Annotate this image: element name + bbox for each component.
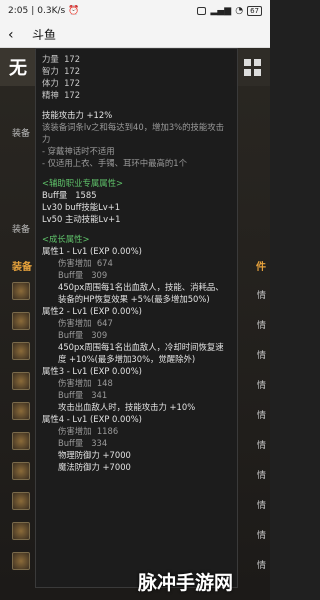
buff-row: Buff量 341 — [58, 390, 108, 400]
detail-link[interactable]: 情 — [257, 438, 266, 451]
lv50-text: Lv50 主动技能Lv+1 — [42, 214, 121, 224]
stat-row: 智力 172 — [42, 66, 81, 76]
attr-effect: 攻击出血敌人时，技能攻击力 +10% — [58, 402, 196, 412]
buff-row: Buff量 309 — [58, 330, 108, 340]
equipment-slot[interactable] — [12, 432, 30, 450]
equip-label: 装备 — [12, 129, 31, 139]
detail-link[interactable]: 情 — [257, 468, 266, 481]
dmg-row: 伤害增加 647 — [58, 318, 113, 328]
buff-row: Buff量 334 — [58, 438, 108, 448]
piece-header: 件 — [256, 262, 266, 273]
detail-link[interactable]: 情 — [257, 318, 266, 331]
equipment-slot[interactable] — [12, 312, 30, 330]
back-arrow-icon[interactable]: ‹ — [8, 27, 26, 43]
equipment-slot[interactable] — [12, 282, 30, 300]
attr-title: 属性4 - Lv1 (EXP 0.00%) — [42, 414, 142, 424]
growth-header: <成长属性> — [42, 234, 90, 244]
battery-icon: 67 — [247, 6, 262, 16]
equip-label: 装备 — [12, 225, 31, 235]
buff-row: Buff量 1585 — [42, 190, 97, 200]
attr-effect: 物理防御力 +7000 — [58, 450, 131, 460]
alarm-icon: ⏰ — [68, 6, 80, 16]
lv30-text: Lv30 buff技能Lv+1 — [42, 202, 121, 212]
skill-attack-text: 技能攻击力 +12% — [42, 110, 113, 120]
stat-row: 力量 172 — [42, 54, 81, 64]
item-tooltip: 力量 172 智力 172 体力 172 精神 172 技能攻击力 +12% 该… — [35, 48, 238, 588]
equipment-slot[interactable] — [12, 492, 30, 510]
equipment-slot[interactable] — [12, 552, 30, 570]
skill-description: 该装备词条lv之和每达到40，增加3%的技能攻击力 — [42, 122, 224, 144]
equipment-slot[interactable] — [12, 522, 30, 540]
detail-link[interactable]: 情 — [257, 558, 266, 571]
dmg-row: 伤害增加 674 — [58, 258, 113, 268]
character-badge: 无 — [0, 48, 36, 86]
attr-effect: 450px周围每1名出血敌人，技能、消耗品、装备的HP恢复效果 +5%(最多增加… — [58, 282, 224, 304]
attr-effect: 450px周围每1名出血敌人，冷却时间恢复速度 +10%(最多增加30%，觉醒除… — [58, 342, 224, 364]
stat-row: 体力 172 — [42, 78, 81, 88]
sim-icon — [197, 7, 207, 15]
attr-title: 属性3 - Lv1 (EXP 0.00%) — [42, 366, 142, 376]
detail-link[interactable]: 情 — [257, 498, 266, 511]
buff-row: Buff量 309 — [58, 270, 108, 280]
watermark-logo: 脉冲手游网 — [138, 572, 234, 594]
equipment-slot[interactable] — [12, 372, 30, 390]
attr-effect: 魔法防御力 +7000 — [58, 462, 131, 472]
equipment-slot[interactable] — [12, 342, 30, 360]
network-speed: 0.3K/s — [37, 6, 66, 16]
detail-link[interactable]: 情 — [257, 378, 266, 391]
detail-link[interactable]: 情 — [257, 408, 266, 421]
detail-link[interactable]: 情 — [257, 348, 266, 361]
note-text: - 仅适用上衣、手镯、耳环中最高的1个 — [42, 158, 188, 168]
detail-link[interactable]: 情 — [257, 528, 266, 541]
dmg-row: 伤害增加 1186 — [58, 426, 119, 436]
status-bar: 2:05 | 0.3K/s ⏰ ▂▄▆ ◔ 67 — [0, 0, 270, 22]
equipment-slot[interactable] — [12, 462, 30, 480]
support-header: <辅助职业专属属性> — [42, 178, 124, 188]
time-text: 2:05 — [8, 6, 29, 16]
grid-menu-icon[interactable] — [234, 48, 270, 86]
signal-icon: ▂▄▆ — [210, 6, 232, 16]
app-title: 斗鱼 — [32, 28, 57, 42]
dmg-row: 伤害增加 148 — [58, 378, 113, 388]
equipment-slot[interactable] — [12, 402, 30, 420]
detail-link[interactable]: 情 — [257, 288, 266, 301]
separator: | — [31, 6, 35, 16]
note-text: - 穿戴神话时不适用 — [42, 146, 115, 156]
attr-title: 属性2 - Lv1 (EXP 0.00%) — [42, 306, 142, 316]
equip-header: 装备 — [12, 262, 32, 273]
wifi-icon: ◔ — [235, 6, 244, 16]
app-bar: ‹ 斗鱼 — [0, 22, 270, 48]
attr-title: 属性1 - Lv1 (EXP 0.00%) — [42, 246, 142, 256]
stat-row: 精神 172 — [42, 90, 81, 100]
